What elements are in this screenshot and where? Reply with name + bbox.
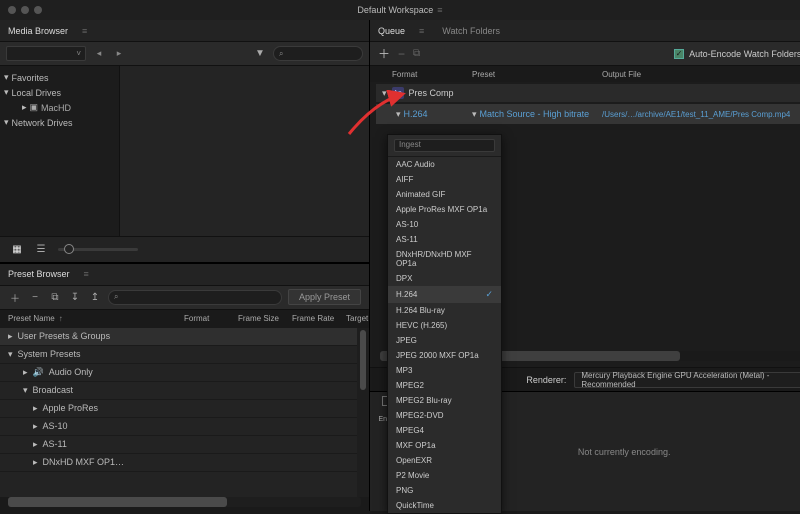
- format-option[interactable]: MPEG2-DVD: [388, 408, 501, 423]
- media-search-input[interactable]: ⌕: [273, 46, 363, 61]
- renderer-label: Renderer:: [526, 375, 566, 385]
- thumbnail-zoom-slider[interactable]: [58, 248, 138, 251]
- format-option[interactable]: P2 Movie: [388, 468, 501, 483]
- tab-preset-browser[interactable]: Preset Browser: [8, 269, 70, 279]
- thumbnail-view-icon[interactable]: ▦: [10, 242, 24, 256]
- format-option[interactable]: Animated GIF: [388, 187, 501, 202]
- queue-job-row[interactable]: H.264 Match Source - High bitrate /Users…: [376, 104, 800, 124]
- preset-hscroll[interactable]: [8, 497, 361, 507]
- tab-media-browser[interactable]: Media Browser: [8, 26, 68, 36]
- media-browser-tree[interactable]: Favorites Local Drives ▣MacHD Network Dr…: [0, 66, 120, 236]
- preset-row[interactable]: AS-11: [0, 436, 357, 454]
- format-option[interactable]: HEVC (H.265): [388, 318, 501, 333]
- tab-queue[interactable]: Queue: [378, 26, 405, 36]
- format-dropdown-menu[interactable]: Ingest AAC AudioAIFFAnimated GIFApple Pr…: [387, 134, 502, 514]
- media-browser-content: [120, 66, 369, 236]
- format-option[interactable]: MPEG4: [388, 423, 501, 438]
- workspace-menu-icon[interactable]: ≡: [437, 5, 442, 15]
- queue-comp-row[interactable]: Ae Pres Comp: [376, 84, 800, 102]
- job-preset[interactable]: Match Source - High bitrate: [480, 109, 590, 119]
- tree-local-drives[interactable]: Local Drives: [2, 85, 117, 100]
- format-option[interactable]: OpenEXR: [388, 453, 501, 468]
- preset-search-input[interactable]: ⌕: [108, 290, 282, 305]
- format-option[interactable]: JPEG: [388, 333, 501, 348]
- apply-preset-button[interactable]: Apply Preset: [288, 289, 361, 305]
- preset-settings-icon[interactable]: ⧉: [48, 290, 62, 304]
- format-option[interactable]: AAC Audio: [388, 157, 501, 172]
- queue-panel-menu-icon[interactable]: ≡: [419, 26, 424, 36]
- delete-preset-icon[interactable]: −: [28, 290, 42, 304]
- list-view-icon[interactable]: ☰: [34, 242, 48, 256]
- tree-mac-hd[interactable]: ▣MacHD: [2, 100, 117, 115]
- add-source-button[interactable]: ＋: [378, 45, 390, 62]
- format-option[interactable]: AS-11: [388, 232, 501, 247]
- auto-encode-toggle[interactable]: ✓Auto-Encode Watch Folders: [674, 49, 800, 59]
- preset-row[interactable]: System Presets: [0, 346, 357, 364]
- format-option[interactable]: JPEG 2000 MXF OP1a: [388, 348, 501, 363]
- filter-icon[interactable]: ▼: [253, 47, 267, 61]
- comp-disclosure-icon[interactable]: [382, 88, 387, 99]
- job-status: Ready: [794, 109, 800, 119]
- format-option[interactable]: AS-10: [388, 217, 501, 232]
- preset-row[interactable]: DNxHD MXF OP1…: [0, 454, 357, 472]
- preset-row[interactable]: 🔊Audio Only: [0, 364, 357, 382]
- format-option[interactable]: H.264✓: [388, 286, 501, 303]
- queue-headers: Format Preset Output File Status: [370, 66, 800, 82]
- comp-name: Pres Comp: [409, 88, 454, 98]
- format-option[interactable]: MPEG2: [388, 378, 501, 393]
- nav-back-icon[interactable]: ◂: [92, 47, 106, 61]
- media-browser-panel-menu-icon[interactable]: ≡: [82, 26, 87, 36]
- format-dropdown-search[interactable]: Ingest: [394, 139, 495, 152]
- duplicate-button[interactable]: ⧉: [413, 48, 420, 59]
- format-option[interactable]: DPX: [388, 271, 501, 286]
- format-option[interactable]: AIFF: [388, 172, 501, 187]
- preset-row[interactable]: Broadcast: [0, 382, 357, 400]
- format-option[interactable]: MPEG2 Blu-ray: [388, 393, 501, 408]
- renderer-dropdown[interactable]: Mercury Playback Engine GPU Acceleration…: [574, 372, 800, 388]
- preset-row[interactable]: Apple ProRes: [0, 400, 357, 418]
- tree-network-drives[interactable]: Network Drives: [2, 115, 117, 130]
- preset-browser-panel-menu-icon[interactable]: ≡: [84, 269, 89, 279]
- nav-forward-icon[interactable]: ▸: [112, 47, 126, 61]
- workspace-title[interactable]: Default Workspace: [357, 5, 433, 15]
- traffic-max[interactable]: [34, 6, 42, 14]
- tree-favorites[interactable]: Favorites: [2, 70, 117, 85]
- format-option[interactable]: DNxHR/DNxHD MXF OP1a: [388, 247, 501, 271]
- format-option[interactable]: H.264 Blu-ray: [388, 303, 501, 318]
- export-preset-icon[interactable]: ↥: [88, 290, 102, 304]
- preset-row[interactable]: AS-10: [0, 418, 357, 436]
- job-format[interactable]: H.264: [404, 109, 428, 119]
- job-output-path[interactable]: /Users/…/archive/AE1/test_11_AME/Pres Co…: [602, 110, 790, 119]
- ae-comp-icon: Ae: [392, 87, 404, 99]
- new-preset-icon[interactable]: ＋: [8, 290, 22, 304]
- traffic-close[interactable]: [8, 6, 16, 14]
- preset-vscroll[interactable]: [357, 328, 369, 498]
- remove-source-button[interactable]: −: [398, 47, 405, 61]
- format-option[interactable]: MP3: [388, 363, 501, 378]
- format-dropdown-trigger[interactable]: [396, 109, 401, 120]
- preset-headers: Preset Name↑ Format Frame Size Frame Rat…: [0, 310, 369, 328]
- format-option[interactable]: Apple ProRes MXF OP1a: [388, 202, 501, 217]
- media-browser-path-dropdown[interactable]: ˅: [6, 46, 86, 61]
- preset-row[interactable]: User Presets & Groups: [0, 328, 357, 346]
- format-option[interactable]: PNG: [388, 483, 501, 498]
- preset-list[interactable]: User Presets & GroupsSystem Presets🔊Audi…: [0, 328, 357, 498]
- import-preset-icon[interactable]: ↧: [68, 290, 82, 304]
- traffic-min[interactable]: [21, 6, 29, 14]
- format-option[interactable]: MXF OP1a: [388, 438, 501, 453]
- preset-dropdown-trigger[interactable]: [472, 109, 477, 120]
- tab-watch-folders[interactable]: Watch Folders: [442, 26, 500, 36]
